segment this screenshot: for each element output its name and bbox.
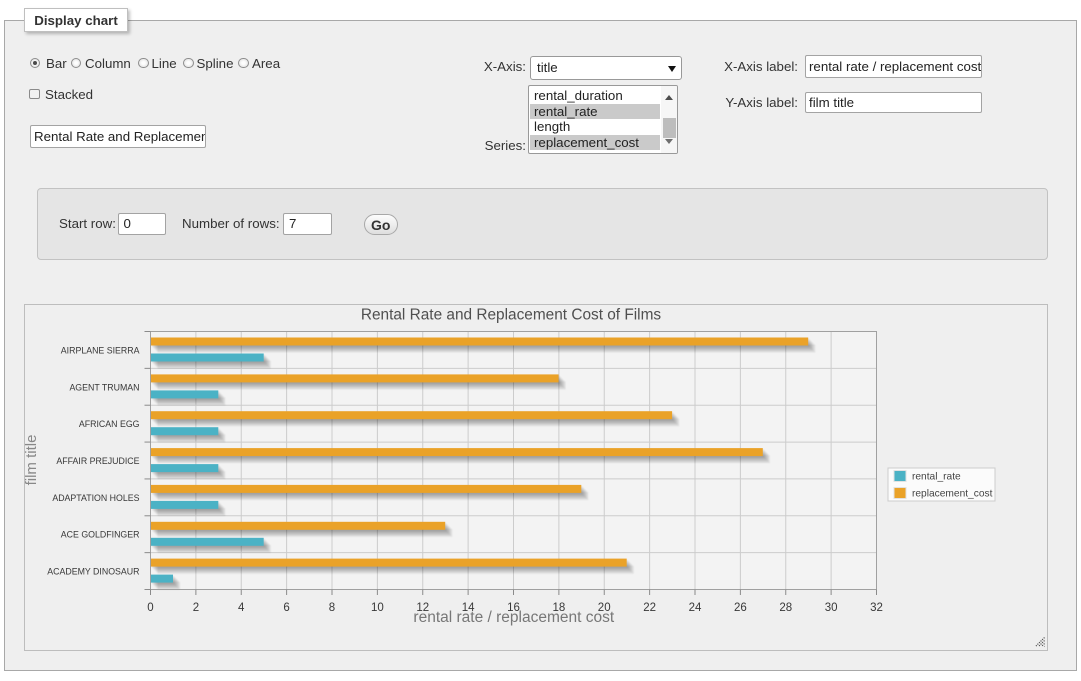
svg-text:4: 4 (238, 602, 245, 614)
svg-text:rental_rate: rental_rate (912, 472, 961, 483)
svg-text:AIRPLANE SIERRA: AIRPLANE SIERRA (61, 345, 140, 355)
svg-text:8: 8 (329, 602, 335, 614)
svg-text:0: 0 (147, 602, 153, 614)
svg-text:AFRICAN EGG: AFRICAN EGG (79, 419, 140, 429)
svg-text:6: 6 (283, 602, 289, 614)
svg-text:ACE GOLDFINGER: ACE GOLDFINGER (61, 530, 140, 540)
svg-text:replacement_cost: replacement_cost (912, 489, 993, 500)
svg-text:2: 2 (193, 602, 199, 614)
svg-text:26: 26 (734, 602, 747, 614)
svg-text:ACADEMY DINOSAUR: ACADEMY DINOSAUR (47, 567, 139, 577)
svg-text:10: 10 (371, 602, 384, 614)
svg-text:22: 22 (643, 602, 656, 614)
svg-text:AFFAIR PREJUDICE: AFFAIR PREJUDICE (56, 456, 139, 466)
svg-text:film title: film title (25, 435, 40, 486)
svg-text:24: 24 (689, 602, 702, 614)
svg-text:28: 28 (779, 602, 792, 614)
svg-text:ADAPTATION HOLES: ADAPTATION HOLES (52, 493, 139, 503)
svg-text:Rental Rate and Replacement Co: Rental Rate and Replacement Cost of Film… (361, 307, 662, 324)
svg-text:rental rate / replacement cost: rental rate / replacement cost (413, 609, 614, 626)
svg-text:AGENT TRUMAN: AGENT TRUMAN (69, 382, 139, 392)
svg-text:32: 32 (870, 602, 883, 614)
svg-text:30: 30 (825, 602, 838, 614)
